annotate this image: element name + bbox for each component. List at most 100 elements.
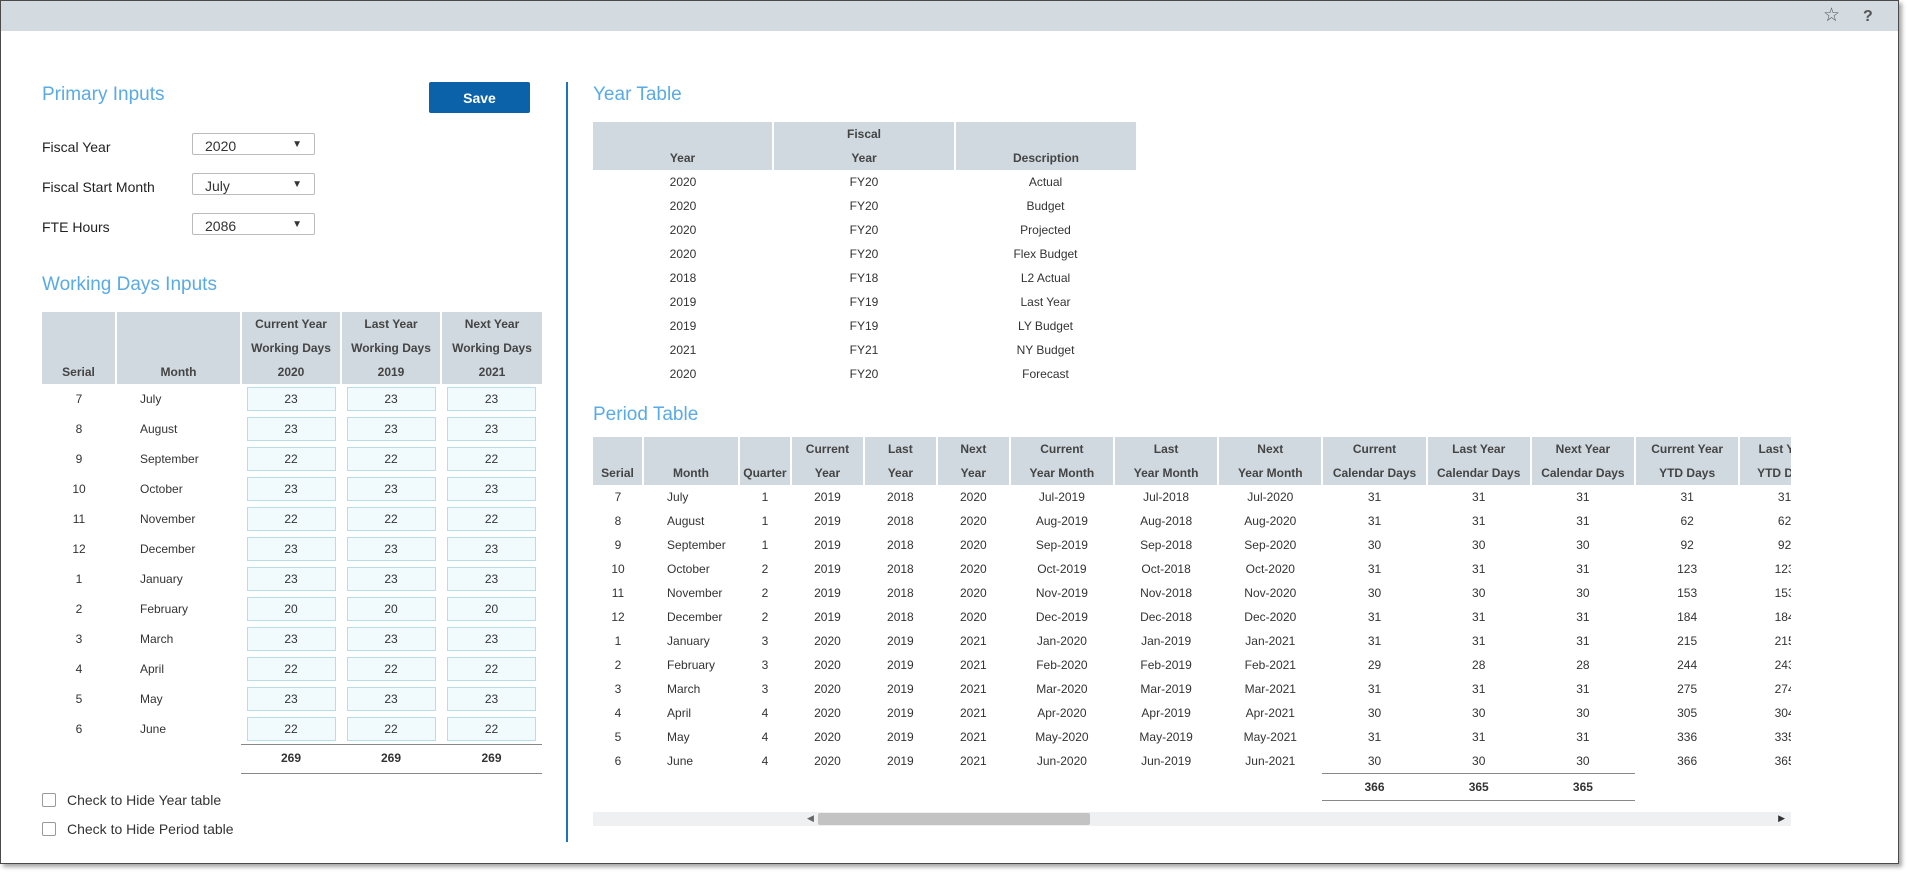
table-cell: 30 (1367, 538, 1382, 552)
table-cell: 4 (75, 662, 83, 676)
scroll-thumb[interactable] (818, 813, 1090, 825)
table-cell: 2019 (887, 682, 914, 696)
table-cell: 9 (75, 452, 83, 466)
table-cell: FY20 (849, 247, 879, 261)
working-days-input[interactable]: 23 (346, 387, 436, 411)
fiscal-start-month-dropdown[interactable]: July ▼ (192, 173, 315, 195)
star-icon[interactable]: ☆ (1823, 5, 1840, 27)
working-days-input[interactable]: 22 (447, 447, 536, 471)
working-days-input[interactable]: 23 (246, 417, 336, 441)
table-cell: 2019 (814, 562, 841, 576)
table-cell: July (140, 392, 162, 406)
table-cell: 3 (761, 658, 769, 672)
table-cell: 153 (1774, 586, 1791, 600)
table-cell: 2021 (959, 730, 987, 744)
column-header: Last Year (862, 437, 937, 485)
working-days-input[interactable]: 23 (346, 537, 436, 561)
chevron-down-icon: ▼ (292, 219, 302, 230)
table-cell: 1 (75, 572, 83, 586)
table-cell: 4 (761, 706, 769, 720)
working-days-input[interactable]: 20 (346, 597, 436, 621)
hide-period-table-checkbox[interactable] (42, 822, 56, 836)
table-cell: 2018 (669, 271, 697, 285)
working-days-input[interactable]: 23 (447, 537, 536, 561)
column-header: Description (954, 122, 1136, 170)
column-header: Month (115, 312, 241, 384)
table-cell: February (140, 602, 189, 616)
help-icon[interactable]: ? (1863, 6, 1873, 28)
working-days-input[interactable]: 23 (447, 387, 536, 411)
fiscal-year-dropdown[interactable]: 2020 ▼ (192, 133, 315, 155)
fiscal-year-label: Fiscal Year (42, 139, 111, 155)
table-cell: 1 (761, 538, 769, 552)
table-cell: Jan-2020 (1036, 634, 1087, 648)
working-days-input[interactable]: 22 (346, 447, 436, 471)
working-days-table: Serial Month Current Year Working Days 2020 L… (42, 312, 542, 774)
table-cell: 2019 (887, 706, 914, 720)
table-cell: Aug-2019 (1035, 514, 1088, 528)
table-row: 8 August 1 2019 2018 2020 Aug-2019 Aug-2018 Aug-… (593, 509, 1791, 533)
working-days-input[interactable]: 22 (346, 717, 436, 741)
table-cell: 2021 (959, 754, 987, 769)
working-days-input[interactable]: 23 (346, 627, 436, 651)
working-days-input[interactable]: 23 (447, 687, 536, 711)
working-days-input[interactable]: 22 (246, 717, 336, 741)
working-days-input[interactable]: 23 (346, 687, 436, 711)
working-days-input[interactable]: 23 (346, 417, 436, 441)
working-days-input[interactable]: 23 (346, 567, 436, 591)
table-row: 2019 FY19 LY Budget (593, 314, 1136, 338)
scroll-right-arrow-icon[interactable]: ▶ (1778, 813, 1785, 824)
working-days-input[interactable]: 23 (346, 477, 436, 501)
table-cell: February (667, 658, 716, 672)
working-days-input[interactable]: 22 (447, 507, 536, 531)
chevron-down-icon: ▼ (292, 179, 302, 190)
working-days-input[interactable]: 23 (447, 417, 536, 441)
working-days-input[interactable]: 23 (447, 627, 536, 651)
working-days-input[interactable]: 23 (246, 567, 336, 591)
table-cell: 2019 (814, 514, 841, 528)
working-days-input[interactable]: 22 (246, 507, 336, 531)
horizontal-scrollbar[interactable]: ◀ ▶ (593, 812, 1791, 826)
table-cell: Feb-2021 (1244, 658, 1296, 672)
working-days-input[interactable]: 22 (346, 507, 436, 531)
column-header: Fiscal Year (772, 122, 955, 170)
column-header: Year (593, 122, 773, 170)
working-days-input[interactable]: 23 (246, 627, 336, 651)
table-cell: January (667, 634, 710, 648)
working-days-input[interactable]: 23 (246, 537, 336, 561)
working-days-input[interactable]: 23 (246, 387, 336, 411)
working-days-input[interactable]: 22 (447, 717, 536, 741)
working-days-input[interactable]: 23 (246, 477, 336, 501)
table-cell: 2018 (887, 490, 914, 504)
working-days-input[interactable]: 22 (246, 447, 336, 471)
table-cell: June (667, 754, 694, 769)
scroll-left-arrow-icon[interactable]: ◀ (807, 813, 814, 824)
table-cell: 304 (1774, 706, 1791, 720)
table-cell: July (667, 490, 689, 504)
table-cell: Sep-2019 (1035, 538, 1088, 552)
table-cell: 2020 (669, 247, 697, 261)
table-cell: Forecast (1022, 367, 1069, 381)
table-cell: 2020 (814, 658, 841, 672)
save-button[interactable]: Save (429, 82, 530, 113)
table-cell: 2020 (814, 706, 841, 720)
table-row: 3 March 3 2020 2019 2021 Mar-2020 Mar-2019 Mar-2… (593, 677, 1791, 701)
working-days-input[interactable]: 23 (447, 477, 536, 501)
table-cell: FY20 (849, 367, 879, 381)
table-cell: 23 (341, 414, 441, 444)
total-cell: 269 (241, 744, 341, 771)
working-days-input[interactable]: 20 (447, 597, 536, 621)
working-days-input[interactable]: 20 (246, 597, 336, 621)
table-cell: Dec-2020 (1244, 610, 1297, 624)
working-days-input[interactable]: 22 (246, 657, 336, 681)
working-days-input[interactable]: 22 (346, 657, 436, 681)
working-days-input[interactable]: 22 (447, 657, 536, 681)
fte-hours-dropdown[interactable]: 2086 ▼ (192, 213, 315, 235)
header-row: Year Fiscal Year Description (593, 122, 1136, 170)
working-days-input[interactable]: 23 (246, 687, 336, 711)
table-cell: 5 (75, 692, 83, 706)
working-days-input[interactable]: 23 (447, 567, 536, 591)
hide-year-table-checkbox[interactable] (42, 793, 56, 807)
table-cell: 123 (1774, 562, 1791, 576)
table-cell: 11 (611, 586, 625, 600)
